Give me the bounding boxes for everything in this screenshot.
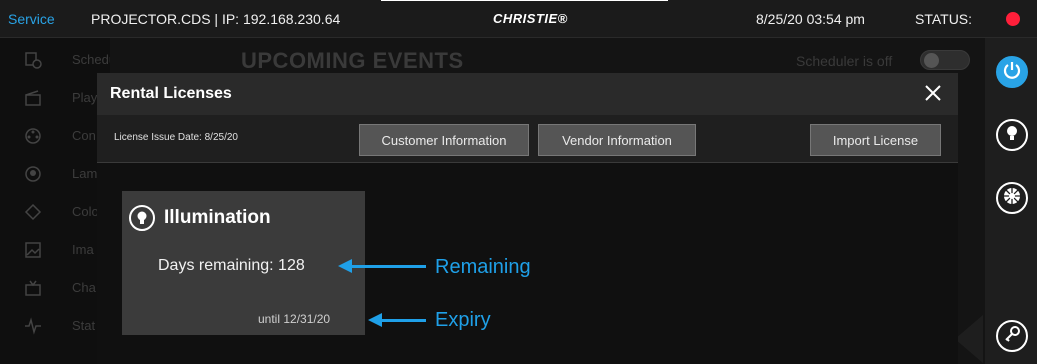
scheduler-icon xyxy=(24,51,42,69)
expiry-annotation: Expiry xyxy=(435,309,491,331)
sidebar-item-image[interactable]: Ima xyxy=(0,231,110,269)
scheduler-status: Scheduler is off xyxy=(796,53,893,69)
sidebar-item-lamp[interactable]: Lam xyxy=(0,155,110,193)
lamp-icon xyxy=(24,165,42,183)
status-indicator[interactable] xyxy=(1006,12,1020,26)
lightbulb-icon xyxy=(129,205,155,231)
right-rail xyxy=(985,38,1037,364)
toggle-knob xyxy=(924,53,939,68)
pulse-icon xyxy=(24,317,42,335)
film-reel-icon xyxy=(24,127,42,145)
date-time: 8/25/20 03:54 pm xyxy=(756,11,865,27)
top-bar: Service PROJECTOR.CDS | IP: 192.168.230.… xyxy=(0,0,1037,38)
expiry-date: until 12/31/20 xyxy=(258,312,331,326)
sidebar-item-label: Play xyxy=(72,90,98,105)
customer-information-button[interactable]: Customer Information xyxy=(359,124,529,156)
sidebar-item-label: Cha xyxy=(72,280,96,295)
vendor-information-button[interactable]: Vendor Information xyxy=(538,124,696,156)
remaining-arrow xyxy=(350,265,426,268)
sidebar-item-label: Con xyxy=(72,128,96,143)
power-button[interactable] xyxy=(996,56,1028,88)
shutter-icon xyxy=(1002,186,1022,211)
expiry-arrow xyxy=(380,319,426,322)
brand-logo: CHRISTIE® xyxy=(493,11,568,26)
license-title: Illumination xyxy=(164,207,271,228)
service-key-button[interactable] xyxy=(996,320,1028,352)
sidebar-item-label: Ima xyxy=(72,242,94,257)
illumination-license-card: Illumination Days remaining: 128 until 1… xyxy=(122,191,365,335)
service-link[interactable]: Service xyxy=(8,11,55,27)
sidebar-item-content[interactable]: Con xyxy=(0,117,110,155)
license-issue-date: License Issue Date: 8/25/20 xyxy=(114,132,238,143)
dialog-toolbar: License Issue Date: 8/25/20 Customer Inf… xyxy=(97,115,958,163)
sidebar-item-play[interactable]: Play xyxy=(0,79,110,117)
power-icon xyxy=(1002,60,1022,85)
sidebar-item-channel[interactable]: Cha xyxy=(0,269,110,307)
sidebar-item-label: Lam xyxy=(72,166,98,181)
sidebar: Scheduler Play Con Lam Colo Ima Cha Stat xyxy=(0,38,131,364)
scheduler-toggle[interactable] xyxy=(920,50,970,70)
shutter-button[interactable] xyxy=(996,182,1028,214)
clapperboard-icon xyxy=(24,89,42,107)
sidebar-item-scheduler[interactable]: Scheduler xyxy=(0,41,131,79)
sidebar-item-status[interactable]: Stat xyxy=(0,307,110,345)
color-icon xyxy=(24,203,42,221)
sidebar-item-label: Stat xyxy=(72,318,96,333)
sidebar-item-color[interactable]: Colo xyxy=(0,193,110,231)
page-title: UPCOMING EVENTS xyxy=(241,48,464,73)
dialog-title: Rental Licenses xyxy=(110,85,232,102)
close-icon[interactable] xyxy=(923,83,943,103)
tv-icon xyxy=(24,279,42,297)
rail-pointer xyxy=(955,315,983,363)
image-icon xyxy=(24,241,42,259)
import-license-button[interactable]: Import License xyxy=(810,124,941,156)
remaining-annotation: Remaining xyxy=(435,256,531,278)
status-label: STATUS: xyxy=(915,11,973,27)
key-icon xyxy=(1002,324,1022,349)
lamp-button[interactable] xyxy=(996,119,1028,151)
projector-info: PROJECTOR.CDS | IP: 192.168.230.64 xyxy=(91,11,341,27)
lightbulb-icon xyxy=(1003,124,1021,147)
sidebar-item-label: Colo xyxy=(72,204,99,219)
dialog-header: Rental Licenses xyxy=(97,73,958,115)
days-remaining: Days remaining: 128 xyxy=(158,257,305,274)
